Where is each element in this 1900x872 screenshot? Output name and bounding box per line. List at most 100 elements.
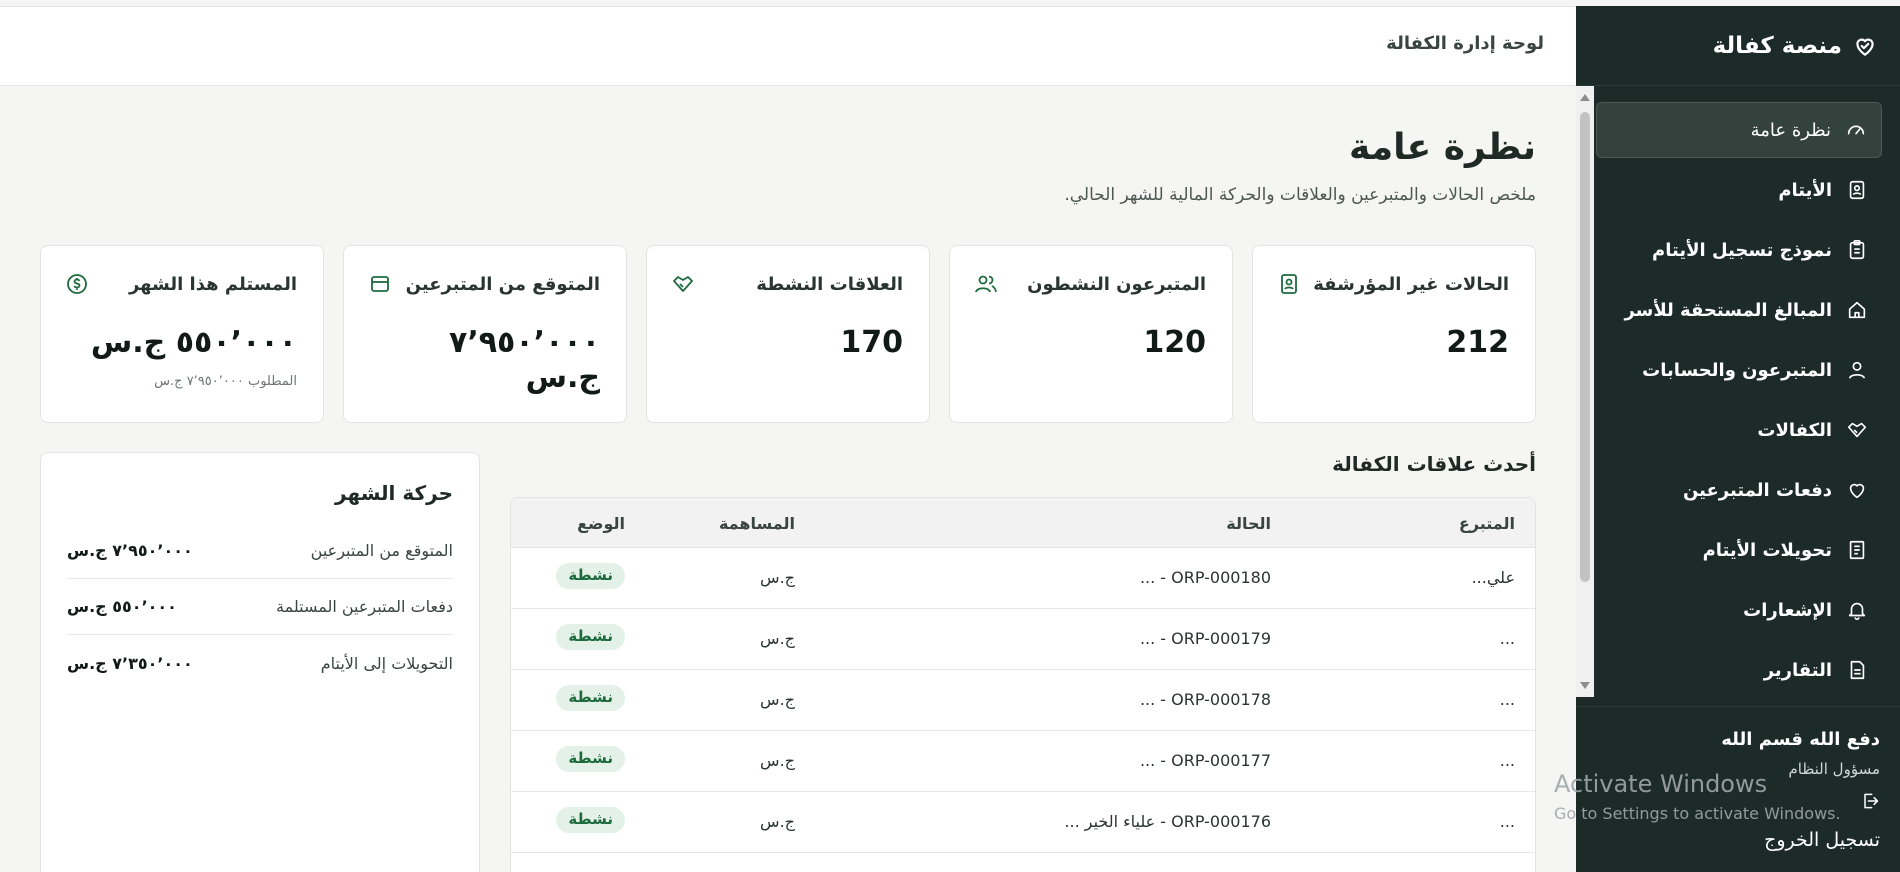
cell-amount: ج.س — [760, 568, 795, 587]
bell-icon — [1846, 599, 1868, 621]
status-badge: نشطة — [556, 807, 625, 833]
cell-amount: ج.س — [760, 690, 795, 709]
status-badge: نشطة — [556, 746, 625, 772]
cell-case: ORP-000179 - ... — [1139, 629, 1271, 648]
scrollbar-thumb[interactable] — [1580, 112, 1590, 582]
sidebar-item-orphans[interactable]: الأيتام — [1596, 162, 1882, 218]
logout-label: تسجيل الخروج — [1764, 829, 1880, 851]
logout-icon — [1860, 791, 1880, 811]
sidebar-item-reports[interactable]: التقارير — [1596, 642, 1882, 698]
cell-donor: ... — [1499, 751, 1515, 770]
month-activity-value: ٥٥٠٬٠٠٠ ج.س — [67, 597, 177, 616]
sidebar-item-label: المتبرعون والحسابات — [1642, 359, 1832, 381]
sidebar-item-label: التقارير — [1763, 659, 1832, 681]
header-title: لوحة إدارة الكفالة — [1386, 33, 1544, 54]
kpi-card-unarchived-cases: الحالات غير المؤرشفة 212 — [1252, 245, 1536, 423]
sidebar-item-label: دفعات المتبرعين — [1682, 479, 1832, 501]
status-badge-label: نشطة — [556, 685, 625, 711]
kpi-label: المستلم هذا الشهر — [128, 274, 297, 295]
table-row[interactable]: علي... ORP-000180 - ... ج.س نشطة — [511, 548, 1535, 609]
cell-donor: ... — [1499, 629, 1515, 648]
table-row[interactable]: ... ORP-000179 - ... ج.س نشطة — [511, 609, 1535, 670]
kpi-card-active-donors: المتبرعون النشطون 120 — [949, 245, 1233, 423]
column-header-amount: المساهمة — [718, 514, 795, 533]
page-subtitle: ملخص الحالات والمتبرعين والعلاقات والحرك… — [1064, 185, 1536, 205]
sidebar-item-orphan-transfers[interactable]: تحويلات الأيتام — [1596, 522, 1882, 578]
sidebar-nav: نظرة عامة الأيتام نموذج تسجيل الأيتام ال… — [1596, 102, 1882, 702]
sidebar-item-donors-accounts[interactable]: المتبرعون والحسابات — [1596, 342, 1882, 398]
top-header: لوحة إدارة الكفالة — [0, 6, 1576, 86]
column-header-status: الوضع — [577, 514, 625, 533]
month-activity-value: ٧٬٣٥٠٬٠٠٠ ج.س — [67, 653, 193, 673]
receipt-icon — [1846, 539, 1868, 561]
column-header-donor: المتبرع — [1458, 514, 1515, 533]
sidebar-item-notifications[interactable]: الإشعارات — [1596, 582, 1882, 638]
handshake-icon — [671, 272, 695, 296]
sidebar-item-sponsorships[interactable]: الكفالات — [1596, 402, 1882, 458]
heart-hand-icon — [1852, 33, 1878, 59]
kpi-cards: الحالات غير المؤرشفة 212 المتبرعون النشط… — [40, 245, 1536, 423]
table-row[interactable]: ... ORP-000177 - ... ج.س نشطة — [511, 731, 1535, 792]
kpi-label: المتبرعون النشطون — [1027, 274, 1206, 295]
table-row[interactable]: ... ORP-000178 - ... ج.س نشطة — [511, 670, 1535, 731]
cell-amount: ج.س — [760, 812, 795, 831]
sidebar-scrollbar[interactable] — [1576, 86, 1594, 697]
cell-donor: علي... — [1471, 568, 1515, 587]
relations-table: المتبرع الحالة المساهمة الوضع علي... ORP… — [510, 497, 1536, 872]
scroll-up-icon[interactable] — [1580, 94, 1590, 101]
cell-amount: ج.س — [760, 751, 795, 770]
main-content: نظرة عامة ملخص الحالات والمتبرعين والعلا… — [0, 87, 1576, 872]
month-activity-row: المتوقع من المتبرعين ٧٬٩٥٠٬٠٠٠ ج.س — [67, 523, 453, 579]
home-icon — [1846, 299, 1868, 321]
month-activity-row: دفعات المتبرعين المستلمة ٥٥٠٬٠٠٠ ج.س — [67, 579, 453, 635]
month-activity-label: دفعات المتبرعين المستلمة — [275, 597, 453, 616]
clipboard-icon — [1846, 239, 1868, 261]
relations-title: أحدث علاقات الكفالة — [1332, 452, 1536, 476]
scroll-down-icon[interactable] — [1580, 682, 1590, 689]
brand[interactable]: منصة كفالة — [1576, 6, 1900, 86]
sidebar-item-orphan-registration[interactable]: نموذج تسجيل الأيتام — [1596, 222, 1882, 278]
wallet-icon — [368, 272, 392, 296]
cell-donor: ... — [1499, 690, 1515, 709]
users-icon — [974, 272, 998, 296]
sidebar-item-label: الكفالات — [1757, 419, 1832, 441]
kpi-value: 170 — [840, 325, 903, 360]
kpi-card-active-relations: العلاقات النشطة 170 — [646, 245, 930, 423]
gauge-icon — [1845, 119, 1867, 141]
sidebar-item-donor-payments[interactable]: دفعات المتبرعين — [1596, 462, 1882, 518]
sidebar-item-label: تحويلات الأيتام — [1702, 539, 1832, 561]
kpi-value: 120 — [1143, 325, 1206, 360]
cell-amount: ج.س — [760, 629, 795, 648]
kpi-note: المطلوب ٧٬٩٥٠٬٠٠٠ ج.س — [154, 374, 297, 389]
month-activity-label: المتوقع من المتبرعين — [310, 541, 453, 560]
cell-donor: ... — [1499, 812, 1515, 831]
kpi-card-expected-from-donors: المتوقع من المتبرعين ٧٬٩٥٠٬٠٠٠ ج.س — [343, 245, 627, 423]
dollar-circle-icon — [65, 272, 89, 296]
sidebar-item-family-dues[interactable]: المبالغ المستحقة للأسر — [1596, 282, 1882, 338]
cell-case: ORP-000177 - ... — [1139, 751, 1271, 770]
sidebar-item-label: نظرة عامة — [1750, 119, 1831, 141]
sidebar-item-overview[interactable]: نظرة عامة — [1596, 102, 1882, 158]
month-activity-value: ٧٬٩٥٠٬٠٠٠ ج.س — [67, 541, 193, 560]
status-badge: نشطة — [556, 624, 625, 650]
cell-case: ORP-000178 - ... — [1139, 690, 1271, 709]
status-badge-label: نشطة — [556, 807, 625, 833]
month-activity-title: حركة الشهر — [335, 481, 453, 505]
month-activity-label: التحويلات إلى الأيتام — [320, 653, 453, 673]
sidebar-item-label: الأيتام — [1778, 179, 1832, 201]
user-name: دفع الله قسم الله — [1721, 729, 1880, 750]
kpi-value: 212 — [1446, 325, 1509, 360]
status-badge-label: نشطة — [556, 563, 625, 589]
watermark-subtitle: Go to Settings to activate Windows. — [1554, 804, 1841, 823]
cell-case: ORP-000180 - ... — [1139, 568, 1271, 587]
sidebar-item-label: المبالغ المستحقة للأسر — [1624, 299, 1832, 321]
column-header-case: الحالة — [1226, 514, 1271, 533]
sidebar: منصة كفالة نظرة عامة الأيتام نموذج تسجيل… — [1576, 6, 1900, 872]
user-icon — [1846, 359, 1868, 381]
month-activity-card: حركة الشهر المتوقع من المتبرعين ٧٬٩٥٠٬٠٠… — [40, 452, 480, 872]
sidebar-nav-container: نظرة عامة الأيتام نموذج تسجيل الأيتام ال… — [1576, 86, 1900, 697]
table-row[interactable]: ... ORP-000176 - علياء الخير ... ج.س نشط… — [511, 792, 1535, 853]
windows-activation-watermark: Activate Windows Go to Settings to activ… — [1554, 770, 1841, 823]
id-badge-icon — [1277, 272, 1301, 296]
id-card-icon — [1846, 179, 1868, 201]
